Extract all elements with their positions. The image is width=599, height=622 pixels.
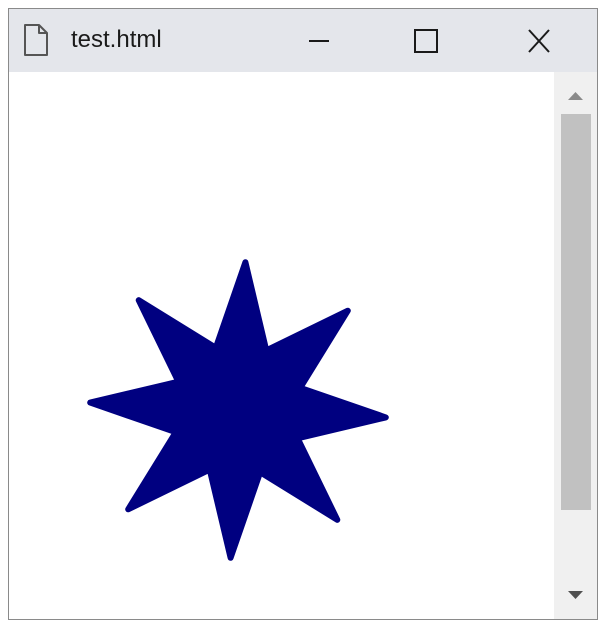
star-shape-canvas (87, 259, 389, 561)
scroll-thumb[interactable] (561, 114, 591, 510)
maximize-button[interactable] (397, 9, 457, 72)
eight-point-star (87, 259, 389, 561)
scroll-up-button[interactable] (554, 72, 597, 112)
page-content (9, 72, 554, 619)
vertical-scrollbar[interactable] (554, 72, 597, 619)
minimize-button[interactable] (289, 9, 349, 72)
browser-window: test.html (8, 8, 598, 620)
title-bar[interactable]: test.html (9, 9, 597, 72)
close-button[interactable] (509, 9, 569, 72)
window-title: test.html (71, 26, 162, 53)
document-icon (23, 23, 49, 57)
scroll-down-button[interactable] (554, 579, 597, 619)
